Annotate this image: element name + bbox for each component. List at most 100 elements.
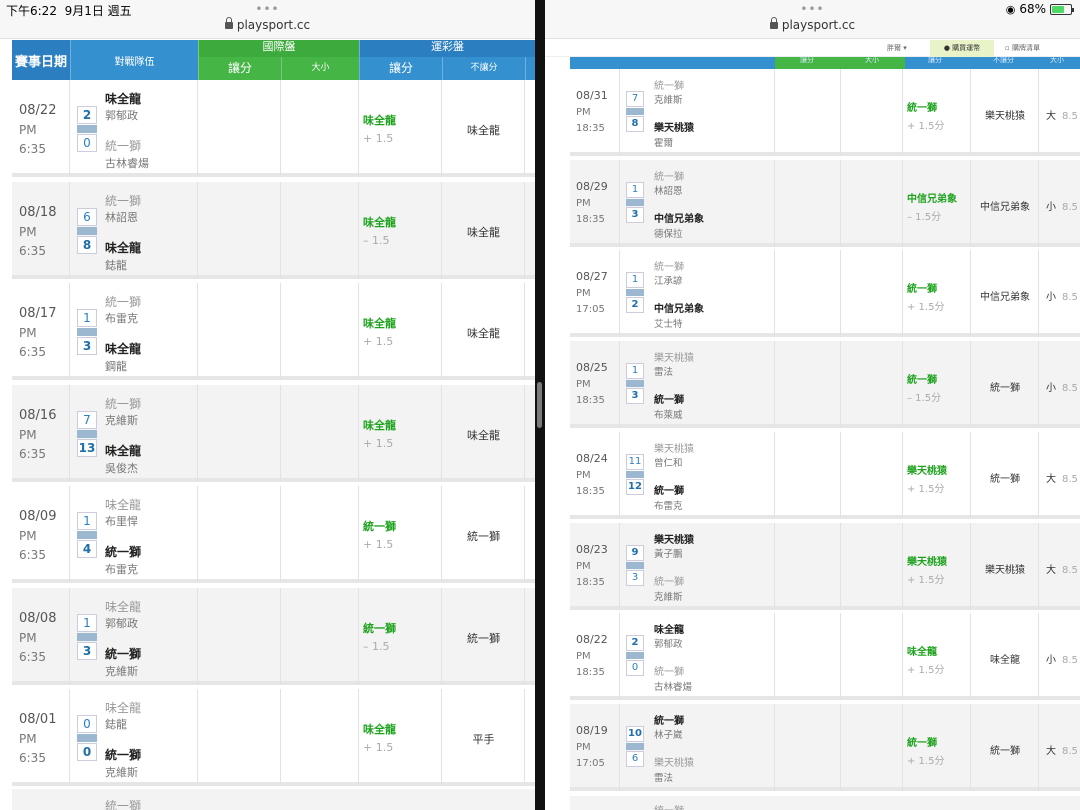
result-winner: 味全龍 (467, 225, 500, 239)
user-menu[interactable]: 胖爾 ▾ (887, 43, 907, 53)
table-row-partial[interactable]: 統一獅 (570, 796, 1080, 810)
game-ampm: PM (576, 197, 591, 209)
table-row[interactable]: 08/31 PM 18:35 7 8 統一獅 克維斯 樂天桃猿 霍爾 統一獅 + 1.5分 樂天桃猿大… (570, 69, 1080, 156)
handicap-value: + 1.5 (363, 436, 394, 450)
handicap-team: 中信兄弟象 (907, 193, 957, 205)
header-lot-extra (525, 57, 535, 80)
table-row[interactable]: 08/22 PM 18:35 2 0 味全龍 郭郁政 統一獅 古林睿煬 味全龍 + 1.5分 味全龍小… (570, 613, 1080, 701)
game-time: 18:35 (576, 123, 605, 134)
vs-badge (626, 652, 644, 660)
game-date: 08/22 (19, 103, 57, 118)
tab-dots[interactable]: ••• (545, 2, 1080, 16)
game-time: 6:35 (19, 345, 46, 359)
away-score: 1 (77, 309, 97, 327)
home-score: 0 (77, 743, 97, 761)
table-row[interactable]: 08/22 PM 6:35 2 0 味全龍 郭郁政 統一獅 古林睿煬 味全龍 + 1.5 味全龍 (12, 80, 535, 177)
purchase-list-link[interactable]: ▫ 購牌清單 (1005, 43, 1040, 53)
away-pitcher: 克維斯 (105, 413, 138, 427)
over-under: 大 8.5 (1046, 470, 1078, 485)
header-intl-ou: 大小 (281, 57, 359, 80)
home-team: 統一獅 (654, 576, 684, 588)
handicap-team: 樂天桃猿 (907, 465, 947, 477)
home-score: 3 (626, 206, 644, 223)
url-text: playsport.cc (781, 18, 856, 32)
away-team: 統一獅 (654, 171, 684, 183)
game-date: 08/25 (576, 361, 608, 375)
result-winner: 中信兄弟象 (980, 201, 1030, 213)
handicap-team: 味全龍 (363, 723, 396, 736)
table-row[interactable]: 08/08 PM 6:35 1 3 味全龍 郭郁政 統一獅 克維斯 統一獅 – 1.5 統一獅 (12, 587, 535, 685)
handicap-value: + 1.5分 (907, 302, 945, 314)
game-ampm: PM (19, 732, 37, 746)
tab-dots[interactable]: ••• (0, 2, 535, 16)
vs-badge (77, 734, 97, 742)
table-row[interactable]: 08/24 PM 18:35 11 12 樂天桃猿 曾仁和 統一獅 布雷克 樂天桃猿 + 1.5分統… (570, 431, 1080, 519)
handicap-team: 味全龍 (363, 215, 396, 229)
vs-badge (626, 289, 644, 297)
over-under: 大 8.5 (1046, 561, 1078, 576)
lot-handicap-cell (359, 181, 442, 279)
intl-handicap-cell (198, 689, 281, 786)
intl-ou-cell (281, 80, 359, 177)
lock-icon (769, 17, 778, 29)
home-pitcher: 艾士特 (654, 319, 683, 331)
home-team: 味全龍 (105, 443, 142, 458)
over-under-label: 大 (1046, 473, 1056, 485)
left-browser-bar: 下午6:22 9月1日 週五 ••• playsport.cc (0, 0, 535, 39)
home-score: 0 (77, 134, 97, 152)
intl-handicap-cell (775, 159, 841, 247)
away-team: 樂天桃猿 (654, 353, 694, 365)
away-team: 樂天桃猿 (654, 443, 694, 455)
over-under-value: 8.5 (1062, 564, 1078, 576)
table-row[interactable]: 08/09 PM 6:35 1 4 味全龍 布里悍 統一獅 布雷克 統一獅 + 1.5 統一獅 (12, 486, 535, 583)
table-row[interactable]: 08/27 PM 17:05 1 2 統一獅 江承諺 中信兄弟象 艾士特 統一獅 + 1.5分 中信兄… (570, 250, 1080, 338)
away-pitcher: 克維斯 (654, 95, 683, 106)
table-row[interactable]: 08/25 PM 18:35 1 3 樂天桃猿 雷法 統一獅 布萊威 統一獅 – 1.5分 統一獅小 8… (570, 341, 1080, 429)
intl-ou-cell (841, 250, 903, 338)
home-team: 味全龍 (105, 240, 142, 255)
table-row[interactable]: 08/19 PM 17:05 10 6 統一獅 林子崴 樂天桃猿 雷法 統一獅 + 1.5分 統一獅大… (570, 703, 1080, 791)
intl-handicap-cell (198, 486, 281, 583)
handicap-value: – 1.5分 (907, 393, 942, 405)
result-winner: 平手 (472, 733, 495, 746)
right-browser-pane: ◉ 68% ••• playsport.cc 胖爾 ▾ ● 購買運幣 ▫ 購牌清… (545, 0, 1080, 810)
over-under-value: 8.5 (1062, 201, 1078, 213)
table-row[interactable]: 08/29 PM 18:35 1 3 統一獅 林詔恩 中信兄弟象 德保拉 中信兄弟象 – 1.5分 中… (570, 159, 1080, 247)
away-score: 9 (626, 544, 644, 561)
handicap-value: + 1.5分 (907, 483, 945, 495)
game-ampm: PM (576, 560, 591, 572)
game-time: 6:35 (19, 548, 46, 562)
table-row[interactable]: 08/18 PM 6:35 6 8 統一獅 林詔恩 味全龍 鋕龍 味全龍 – 1.5 味全龍 (12, 181, 535, 279)
vs-badge (626, 108, 644, 115)
vs-badge (626, 742, 644, 750)
result-winner: 味全龍 (467, 428, 500, 442)
right-h1: 讓分 (800, 56, 814, 64)
intl-handicap-cell (198, 181, 281, 279)
away-pitcher: 郭郁政 (105, 109, 138, 122)
game-ampm: PM (576, 288, 591, 300)
away-score: 2 (77, 106, 97, 124)
table-row[interactable]: 08/17 PM 6:35 1 3 統一獅 布雷克 味全龍 鋼龍 味全龍 + 1.5 味全龍 (12, 283, 535, 380)
game-time: 6:35 (19, 649, 46, 664)
split-handle[interactable] (537, 382, 542, 428)
game-time: 6:35 (19, 751, 46, 765)
table-row[interactable]: 08/23 PM 18:35 9 3 樂天桃猿 黃子鵬 統一獅 克維斯 樂天桃猿 + 1.5分 樂天桃… (570, 522, 1080, 610)
table-row-partial[interactable]: 統一獅 (12, 789, 535, 810)
home-pitcher: 鋕龍 (105, 258, 127, 272)
header-date: 賽事日期 (12, 40, 70, 80)
game-date: 08/01 (19, 712, 57, 727)
over-under: 小 8.5 (1046, 651, 1078, 666)
game-ampm: PM (19, 630, 37, 645)
handicap-value: + 1.5分 (907, 755, 945, 767)
address-bar[interactable]: playsport.cc (545, 17, 1080, 32)
away-score: 7 (77, 410, 97, 429)
header-lot-no-handicap: 不讓分 (442, 57, 525, 80)
address-bar[interactable]: playsport.cc (0, 17, 535, 32)
home-score: 4 (77, 540, 97, 558)
table-row[interactable]: 08/16 PM 6:35 7 13 統一獅 克維斯 味全龍 吳俊杰 味全龍 + 1.5 味全龍 (12, 384, 535, 482)
handicap-team: 統一獅 (363, 520, 396, 533)
game-date: 08/08 (19, 610, 57, 626)
table-row[interactable]: 08/01 PM 6:35 0 0 味全龍 鋕龍 統一獅 克維斯 味全龍 + 1.5 平手 (12, 689, 535, 786)
handicap-team: 味全龍 (363, 317, 396, 330)
result-winner: 統一獅 (990, 473, 1020, 485)
